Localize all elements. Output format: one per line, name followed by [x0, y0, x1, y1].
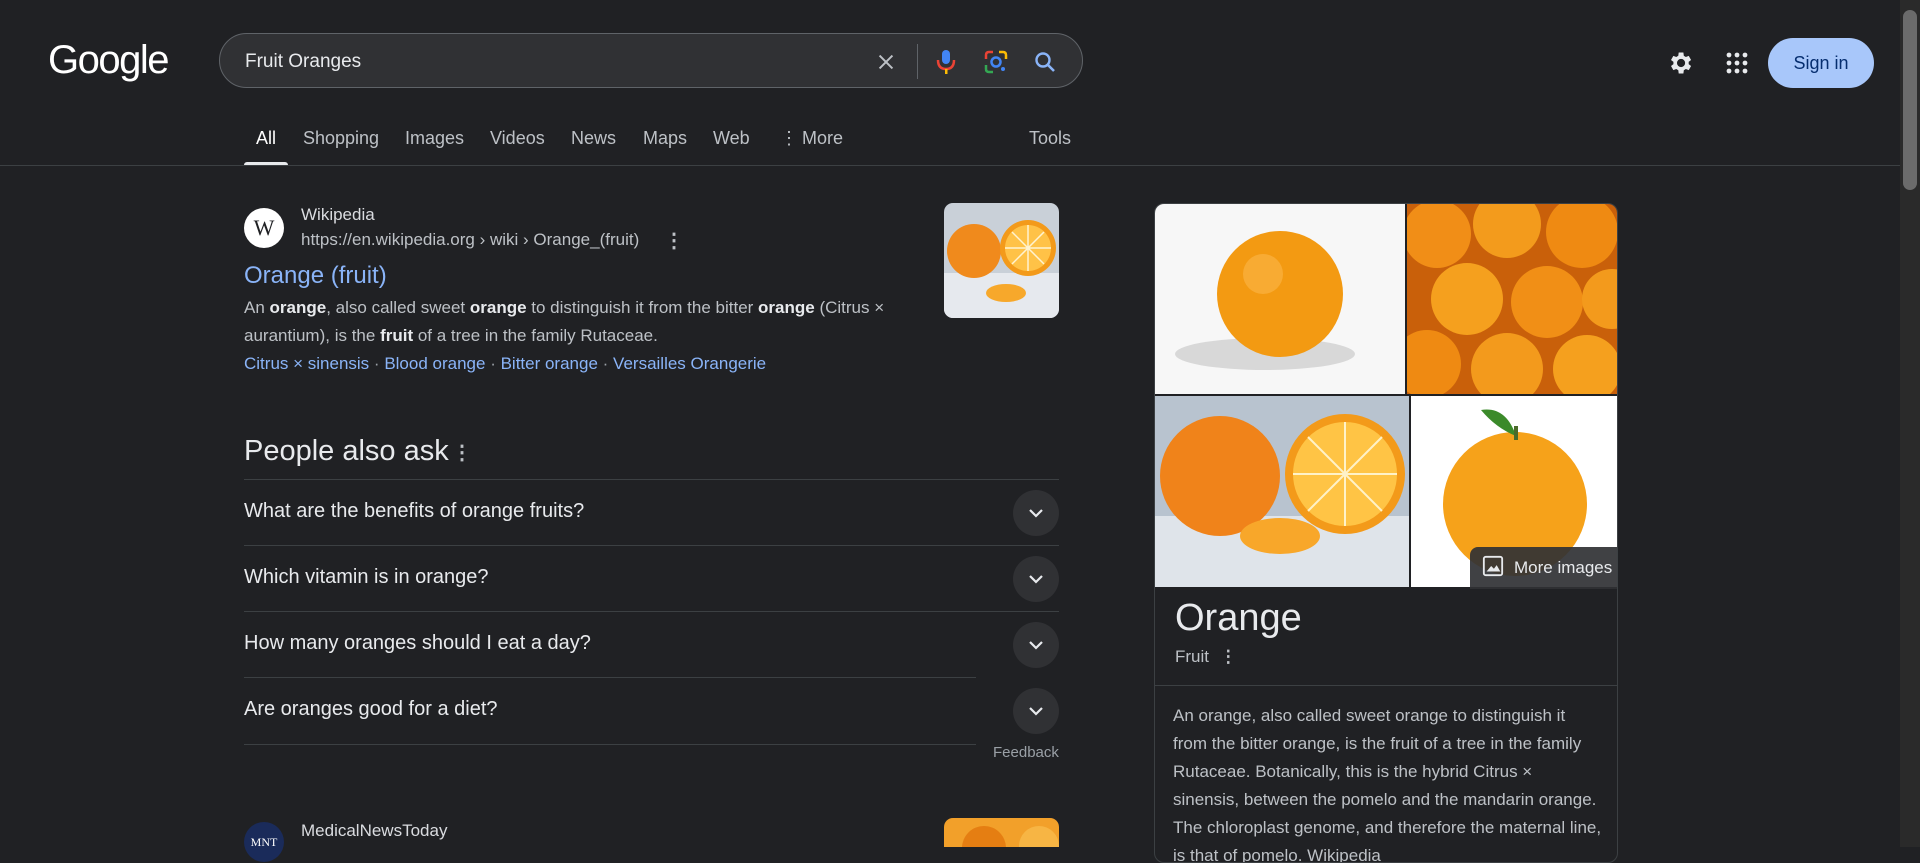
paa-options-icon[interactable]: ⋮ [452, 440, 472, 465]
kp-subtitle: Fruit ⋮ [1175, 647, 1237, 666]
tab-images[interactable]: Images [405, 128, 464, 149]
google-logo[interactable]: Google [48, 38, 169, 83]
result2-thumbnail[interactable] [944, 818, 1059, 858]
paa-question-row[interactable]: How many oranges should I eat a day? [244, 611, 1059, 678]
paa-question[interactable]: What are the benefits of orange fruits? [244, 500, 584, 523]
tab-videos[interactable]: Videos [490, 128, 545, 149]
settings-gear-icon[interactable] [1660, 43, 1700, 83]
paa-question[interactable]: Which vitamin is in orange? [244, 566, 489, 589]
chevron-down-icon[interactable] [1013, 688, 1059, 734]
tab-more[interactable]: ⋮ More [780, 128, 843, 149]
search-input[interactable]: Fruit Oranges [245, 51, 361, 73]
sitelink-citrus-sinensis[interactable]: Citrus × sinensis [244, 354, 369, 373]
kp-image-2[interactable] [1407, 204, 1617, 394]
tab-maps[interactable]: Maps [643, 128, 687, 149]
sitelink-bitter-orange[interactable]: Bitter orange [501, 354, 598, 373]
kp-title: Orange [1175, 597, 1302, 639]
sitelink-blood-orange[interactable]: Blood orange [384, 354, 485, 373]
search-box[interactable]: Fruit Oranges [219, 33, 1083, 88]
tab-news[interactable]: News [571, 128, 616, 149]
result-snippet: An orange, also called sweet orange to d… [244, 298, 885, 345]
kp-image-1[interactable] [1155, 204, 1405, 394]
tabs-divider [0, 165, 1900, 166]
search-icon[interactable] [1031, 48, 1059, 76]
tab-web[interactable]: Web [713, 128, 750, 149]
medicalnewstoday-favicon[interactable]: MNT [244, 822, 284, 862]
paa-title: People also ask [244, 435, 449, 467]
result-thumbnail[interactable] [944, 203, 1059, 318]
result-title-link[interactable]: Orange (fruit) [244, 262, 387, 290]
paa-question-row[interactable]: Which vitamin is in orange? [244, 545, 1059, 612]
result-url[interactable]: https://en.wikipedia.org › wiki › Orange… [301, 230, 639, 250]
sitelink-versailles-orangerie[interactable]: Versailles Orangerie [613, 354, 766, 373]
paa-question[interactable]: How many oranges should I eat a day? [244, 632, 591, 655]
result2-site-name[interactable]: MedicalNewsToday [301, 821, 447, 841]
paa-question[interactable]: Are oranges good for a diet? [244, 698, 498, 721]
feedback-link[interactable]: Feedback [993, 744, 1059, 761]
tools-button[interactable]: Tools [1029, 128, 1071, 149]
kp-description: An orange, also called sweet orange to d… [1173, 706, 1602, 863]
tab-all[interactable]: All [256, 128, 276, 149]
search-divider [917, 44, 918, 79]
tab-more-label: More [802, 128, 844, 148]
paa-question-row[interactable]: What are the benefits of orange fruits? [244, 479, 1059, 546]
sign-in-button[interactable]: Sign in [1768, 38, 1874, 88]
kp-image-3[interactable] [1155, 396, 1409, 587]
more-vert-icon: ⋮ [780, 128, 798, 148]
kp-options-icon[interactable]: ⋮ [1220, 647, 1237, 666]
wikipedia-favicon[interactable]: W [244, 208, 284, 248]
apps-grid-icon[interactable] [1717, 43, 1757, 83]
tab-shopping[interactable]: Shopping [303, 128, 379, 149]
image-icon [1482, 555, 1504, 582]
more-images-label: More images [1514, 558, 1613, 577]
kp-divider [1155, 685, 1617, 686]
paa-question-row[interactable]: Are oranges good for a diet? [244, 677, 1059, 745]
result-site-name[interactable]: Wikipedia [301, 205, 375, 225]
more-images-button[interactable]: More images [1470, 547, 1617, 589]
chevron-down-icon[interactable] [1013, 490, 1059, 536]
chevron-down-icon[interactable] [1013, 622, 1059, 668]
scrollbar-thumb[interactable] [1903, 10, 1917, 190]
result-options-icon[interactable]: ⋮ [664, 228, 684, 253]
microphone-icon[interactable] [932, 48, 960, 76]
clear-icon[interactable] [872, 48, 900, 76]
knowledge-panel: More images Orange Fruit ⋮ An orange, al… [1154, 203, 1618, 863]
lens-icon[interactable] [982, 48, 1010, 76]
chevron-down-icon[interactable] [1013, 556, 1059, 602]
result-sitelinks: Citrus × sinensis · Blood orange · Bitte… [244, 354, 767, 373]
